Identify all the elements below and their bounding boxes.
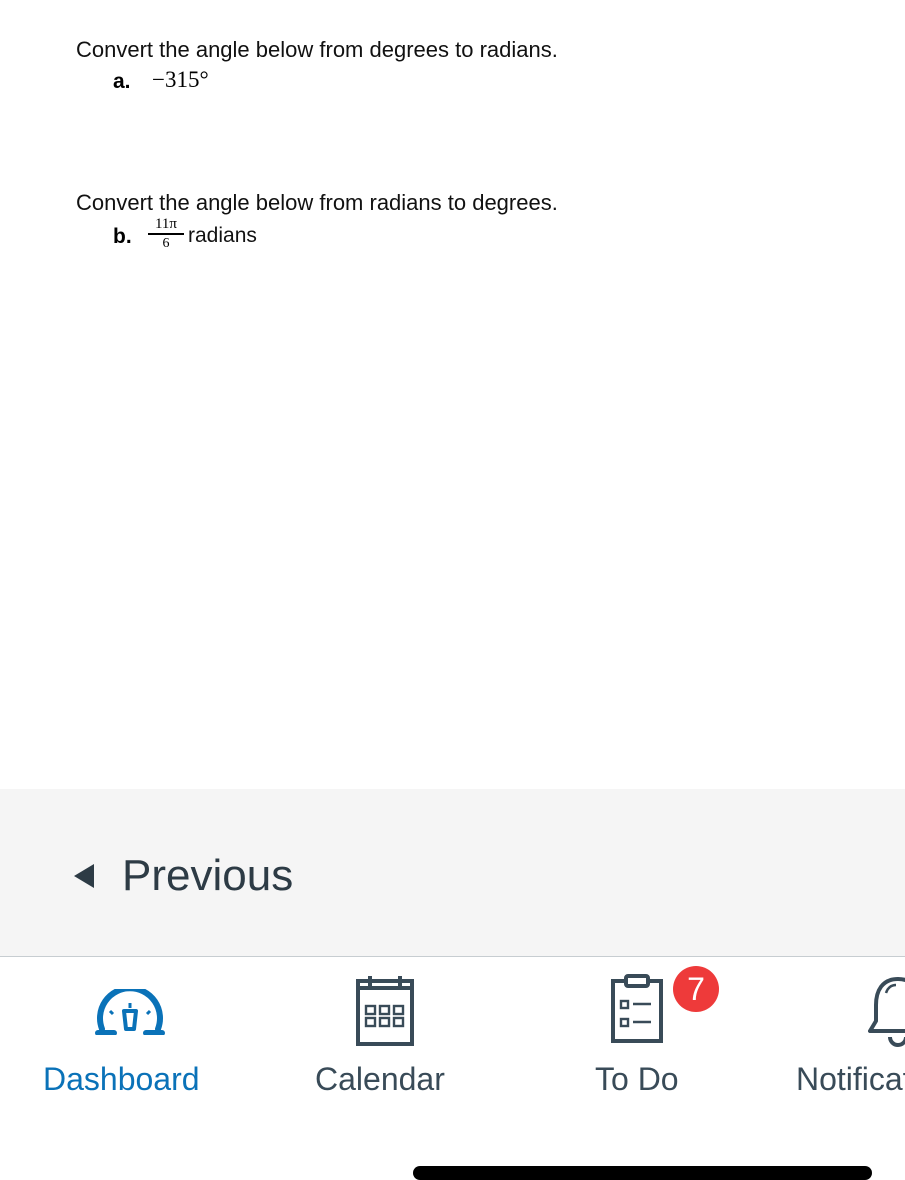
question-b-fraction: 11π 6 bbox=[148, 216, 184, 251]
fraction-bar bbox=[148, 233, 184, 235]
question-b-heading: Convert the angle below from radians to … bbox=[76, 190, 558, 215]
clipboard-checklist-icon bbox=[611, 974, 663, 1043]
calendar-icon bbox=[356, 976, 414, 1046]
previous-button[interactable]: Previous bbox=[74, 846, 293, 906]
fraction-denominator: 6 bbox=[162, 235, 170, 251]
tab-to-do-label: To Do bbox=[595, 1061, 679, 1097]
to-do-count-badge: 7 bbox=[673, 966, 719, 1012]
tab-dashboard[interactable]: Dashboard bbox=[40, 957, 220, 1117]
question-content: Convert the angle below from degrees to … bbox=[0, 0, 905, 789]
tab-dashboard-label: Dashboard bbox=[43, 1061, 200, 1097]
question-b-label: b. bbox=[113, 225, 132, 248]
tab-calendar[interactable]: Calendar bbox=[310, 957, 460, 1117]
home-indicator bbox=[413, 1166, 872, 1180]
question-a-label: a. bbox=[113, 70, 131, 93]
tab-to-do[interactable]: 7 To Do bbox=[590, 957, 730, 1117]
bottom-tab-bar: Dashboard Calendar 7 To Do Notifica bbox=[0, 957, 905, 1176]
left-triangle-icon bbox=[74, 864, 94, 888]
bell-icon bbox=[868, 977, 905, 1047]
question-b-unit: radians bbox=[188, 224, 257, 247]
dashboard-gauge-icon bbox=[95, 989, 165, 1035]
tab-calendar-label: Calendar bbox=[315, 1061, 445, 1097]
tab-notifications[interactable]: Notifications bbox=[790, 957, 905, 1117]
previous-button-label: Previous bbox=[122, 851, 294, 900]
question-a-heading: Convert the angle below from degrees to … bbox=[76, 37, 558, 62]
fraction-numerator: 11π bbox=[154, 216, 178, 232]
tab-notifications-label: Notifications bbox=[796, 1061, 905, 1097]
question-a-angle: −315° bbox=[152, 67, 209, 92]
